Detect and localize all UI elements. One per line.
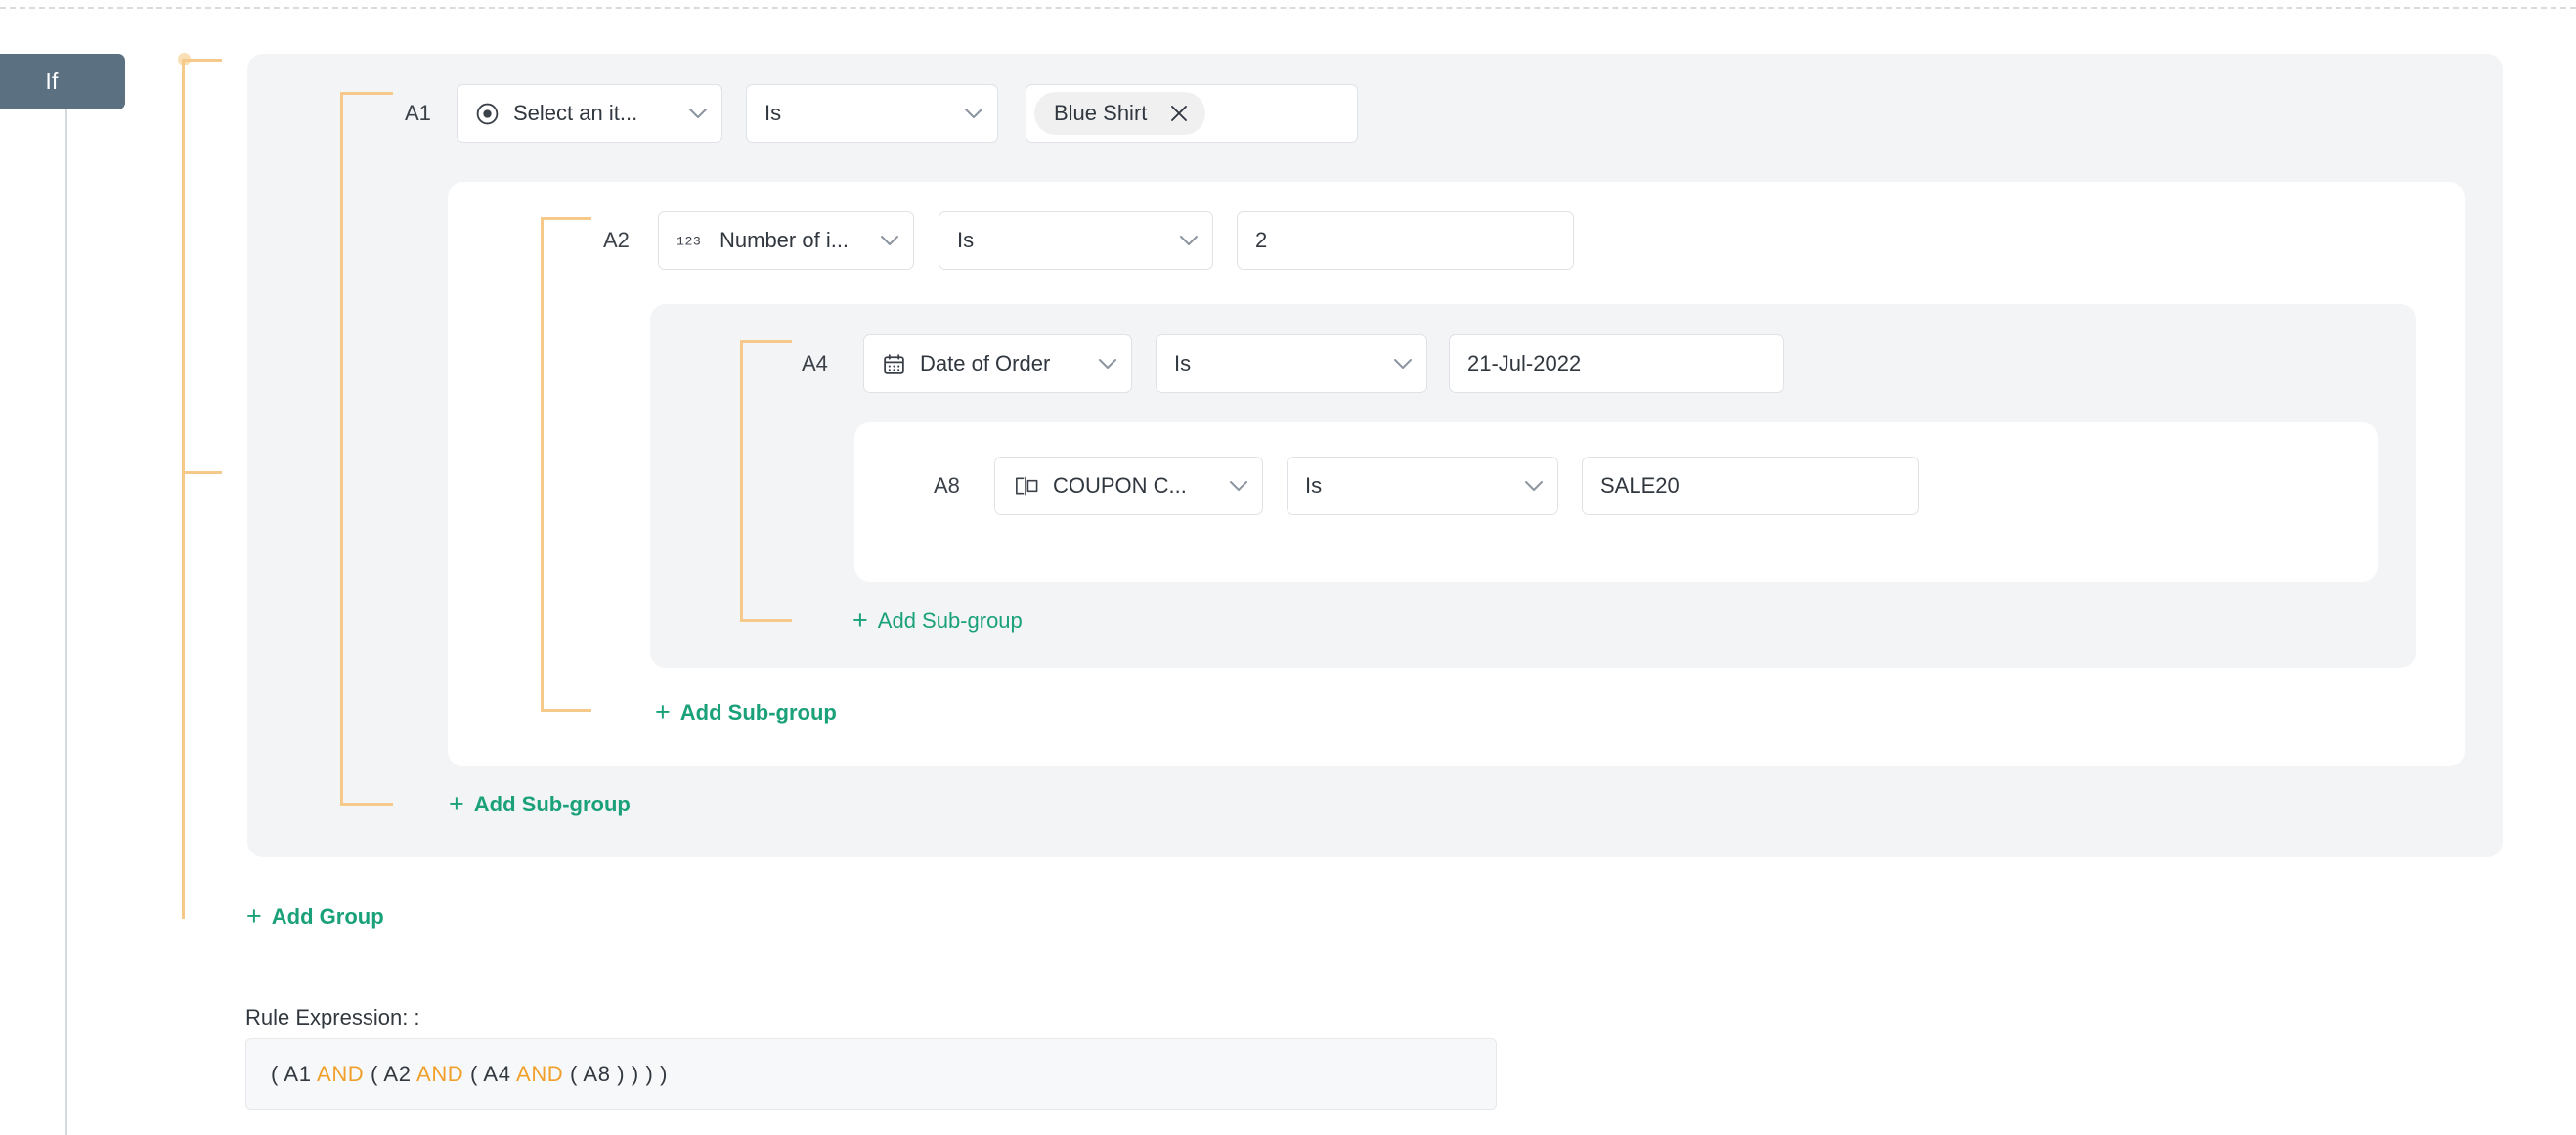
value-input-a8[interactable]: SALE20 [1582, 457, 1919, 515]
add-subgroup-level2-label: Add Sub-group [680, 700, 837, 725]
condition-row-a1: A1 Select an it... Is Blue Shirt [405, 83, 1358, 144]
field-select-a4[interactable]: Date of Order [863, 334, 1132, 393]
field-select-a2[interactable]: 123 Number of i... [658, 211, 914, 270]
rule-builder-canvas: If AND A1 Select an it... [0, 0, 2576, 1135]
condition-row-a4: A4 Date of Order Is 21-J [802, 333, 1784, 394]
add-group-button[interactable]: + Add Group [246, 903, 384, 930]
plus-icon: + [852, 607, 868, 633]
root-branch-bracket [182, 59, 222, 474]
add-subgroup-level3-label: Add Sub-group [878, 608, 1023, 633]
field-select-a2-label: Number of i... [720, 228, 868, 253]
condition-tag-a1: A1 [405, 101, 450, 126]
add-subgroup-level3-button[interactable]: + Add Sub-group [852, 607, 1023, 633]
rule-token-text: ( A2 [364, 1062, 416, 1086]
rule-token-operator: AND [416, 1062, 463, 1086]
field-select-a8-label: COUPON C... [1053, 473, 1217, 499]
condition-tag-a2: A2 [603, 228, 648, 253]
add-subgroup-level1-label: Add Sub-group [474, 792, 631, 817]
calendar-icon [882, 352, 906, 376]
operator-select-a8-label: Is [1305, 473, 1512, 499]
chevron-down-icon [1524, 480, 1544, 492]
if-node-label: If [45, 68, 58, 95]
chevron-down-icon [688, 108, 708, 119]
value-input-a4[interactable]: 21-Jul-2022 [1449, 334, 1784, 393]
if-node-connector-line [65, 109, 67, 1135]
value-input-a4-text: 21-Jul-2022 [1467, 351, 1769, 376]
close-icon[interactable] [1168, 103, 1190, 124]
operator-select-a4-label: Is [1174, 351, 1381, 376]
add-group-label: Add Group [272, 904, 384, 930]
plus-icon: + [246, 903, 262, 930]
value-input-a8-text: SALE20 [1600, 473, 1904, 499]
operator-select-a2[interactable]: Is [939, 211, 1213, 270]
value-chip-a1-label: Blue Shirt [1054, 101, 1147, 126]
rule-token-text: ( A8 ) ) ) ) [563, 1062, 668, 1086]
rule-expression-box[interactable]: ( A1 AND ( A2 AND ( A4 AND ( A8 ) ) ) ) [245, 1038, 1497, 1110]
text-field-icon [1013, 476, 1039, 496]
condition-tag-a4: A4 [802, 351, 847, 376]
field-select-a1-label: Select an it... [513, 101, 677, 126]
rule-token-text: ( A4 [463, 1062, 516, 1086]
add-subgroup-level2-button[interactable]: + Add Sub-group [655, 699, 837, 725]
rule-expression-text: ( A1 AND ( A2 AND ( A4 AND ( A8 ) ) ) ) [271, 1062, 668, 1087]
chevron-down-icon [1393, 358, 1413, 370]
if-node-badge[interactable]: If [0, 54, 125, 109]
chevron-down-icon [1098, 358, 1117, 370]
number-123-icon: 123 [677, 231, 706, 250]
radio-circle-icon [475, 102, 500, 126]
rule-token-operator: AND [317, 1062, 364, 1086]
plus-icon: + [449, 791, 464, 817]
chevron-down-icon [964, 108, 983, 119]
rule-token-text: ( A1 [271, 1062, 317, 1086]
value-chip-a1: Blue Shirt [1034, 92, 1205, 135]
chevron-down-icon [880, 235, 899, 246]
field-select-a1[interactable]: Select an it... [457, 84, 722, 143]
chevron-down-icon [1179, 235, 1199, 246]
rule-token-operator: AND [516, 1062, 563, 1086]
root-connector-dot [178, 53, 191, 65]
operator-select-a4[interactable]: Is [1156, 334, 1427, 393]
canvas-top-divider [0, 7, 2576, 9]
operator-select-a1-label: Is [764, 101, 952, 126]
svg-text:123: 123 [677, 234, 701, 248]
condition-row-a2: A2 123 Number of i... Is 2 [603, 210, 1574, 271]
field-select-a4-label: Date of Order [920, 351, 1086, 376]
condition-tag-a8: A8 [934, 473, 979, 499]
add-subgroup-level1-button[interactable]: + Add Sub-group [449, 791, 631, 817]
rule-expression-label: Rule Expression: : [245, 1005, 420, 1030]
root-trunk-lower [182, 450, 222, 919]
field-select-a8[interactable]: COUPON C... [994, 457, 1263, 515]
operator-select-a8[interactable]: Is [1287, 457, 1558, 515]
value-input-a2-text: 2 [1255, 228, 1559, 253]
value-input-a2[interactable]: 2 [1237, 211, 1574, 270]
condition-row-a8: A8 COUPON C... Is SALE20 [934, 456, 1919, 516]
value-chipbox-a1[interactable]: Blue Shirt [1026, 84, 1358, 143]
operator-select-a2-label: Is [957, 228, 1167, 253]
operator-select-a1[interactable]: Is [746, 84, 998, 143]
chevron-down-icon [1229, 480, 1248, 492]
plus-icon: + [655, 699, 671, 725]
